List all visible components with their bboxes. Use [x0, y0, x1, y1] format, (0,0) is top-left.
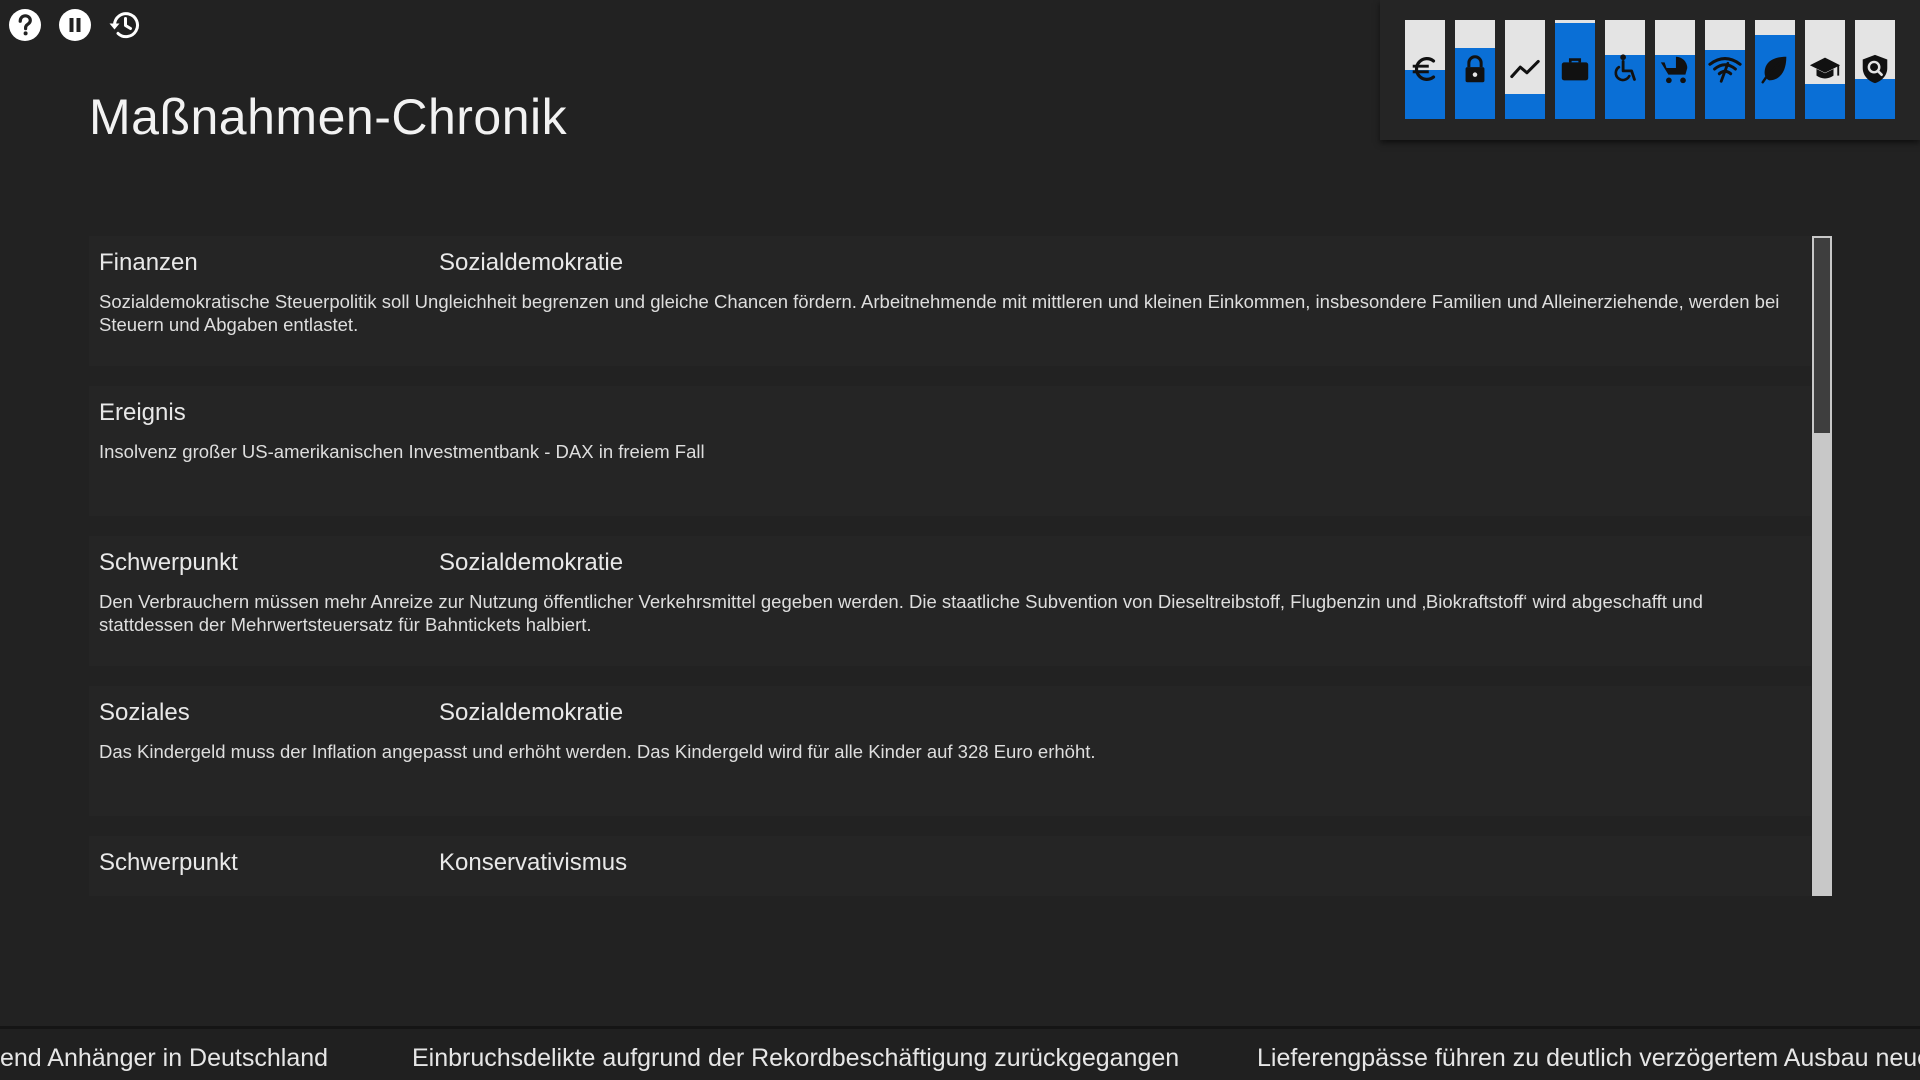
- indicator-security[interactable]: [1455, 20, 1495, 119]
- indicator-internal-security[interactable]: [1855, 20, 1895, 119]
- indicator-accessibility[interactable]: [1605, 20, 1645, 119]
- entry-party: Konservativismus: [439, 849, 628, 876]
- wifi-icon: [1708, 57, 1742, 83]
- chronicle-entry: Finanzen Sozialdemokratie Sozialdemokrat…: [89, 236, 1811, 366]
- entry-category: Soziales: [99, 699, 190, 726]
- baby-carriage-icon: [1660, 56, 1688, 84]
- indicator-level-education: [1805, 84, 1845, 119]
- chronicle-entry: Soziales Sozialdemokratie Das Kindergeld…: [89, 686, 1811, 816]
- entry-category: Schwerpunkt: [99, 549, 238, 576]
- indicator-education[interactable]: [1805, 20, 1845, 119]
- wheelchair-icon: [1614, 54, 1636, 82]
- news-ticker: end Anhänger in Deutschland Einbruchsdel…: [0, 1026, 1920, 1080]
- history-icon: [109, 12, 139, 39]
- security-shield-icon: [1862, 54, 1888, 84]
- leaf-icon: [1761, 56, 1787, 84]
- entry-party: Sozialdemokratie: [439, 699, 624, 726]
- lock-icon: [1465, 55, 1485, 83]
- page-title: Maßnahmen-Chronik: [89, 89, 568, 145]
- graduation-cap-icon: [1809, 57, 1841, 79]
- chronicle-entry: Ereignis Insolvenz großer US-amerikanisc…: [89, 386, 1811, 516]
- entry-description: Den Verbrauchern müssen mehr Anreize zur…: [99, 591, 1703, 635]
- briefcase-icon: [1561, 58, 1589, 81]
- indicator-digital[interactable]: [1705, 20, 1745, 119]
- history-button[interactable]: [106, 7, 142, 43]
- entry-category: Schwerpunkt: [99, 849, 238, 876]
- chronicle-list[interactable]: Finanzen Sozialdemokratie Sozialdemokrat…: [89, 236, 1832, 896]
- indicator-finance[interactable]: [1405, 20, 1445, 119]
- ticker-headline: end Anhänger in Deutschland: [0, 1044, 329, 1072]
- indicator-environment[interactable]: [1755, 20, 1795, 119]
- euro-icon: [1412, 57, 1436, 81]
- ticker-headline: Einbruchsdelikte aufgrund der Rekordbesc…: [412, 1044, 1180, 1072]
- entry-description: Sozialdemokratische Steuerpolitik soll U…: [99, 291, 1780, 335]
- indicator-level-economy: [1505, 94, 1545, 119]
- help-button[interactable]: [7, 7, 43, 43]
- indicator-panel: [1380, 0, 1920, 140]
- entry-party: Sozialdemokratie: [439, 549, 624, 576]
- trend-line-icon: [1510, 59, 1540, 79]
- entry-description: Insolvenz großer US-amerikanischen Inves…: [99, 441, 705, 462]
- chronicle-scrollbar[interactable]: [1812, 236, 1832, 896]
- chronicle-entry: Schwerpunkt Sozialdemokratie Den Verbrau…: [89, 536, 1811, 666]
- help-icon: [9, 9, 41, 41]
- indicator-economy[interactable]: [1505, 20, 1545, 119]
- entry-description: Das Kindergeld muss der Inflation angepa…: [99, 741, 1096, 762]
- pause-button[interactable]: [57, 7, 93, 43]
- pause-icon: [59, 9, 91, 41]
- scrollbar-thumb[interactable]: [1814, 238, 1830, 433]
- indicator-family[interactable]: [1655, 20, 1695, 119]
- entry-category: Ereignis: [99, 399, 186, 426]
- game-screen: Maßnahmen-Chronik Finanzen Sozialdemokra…: [0, 0, 1920, 1080]
- entry-party: Sozialdemokratie: [439, 249, 624, 276]
- indicator-employment[interactable]: [1555, 20, 1595, 119]
- entry-category: Finanzen: [99, 249, 198, 276]
- ticker-headline: Lieferengpässe führen zu deutlich verzög…: [1257, 1044, 1920, 1072]
- chronicle-entry: Schwerpunkt Konservativismus: [89, 836, 1811, 896]
